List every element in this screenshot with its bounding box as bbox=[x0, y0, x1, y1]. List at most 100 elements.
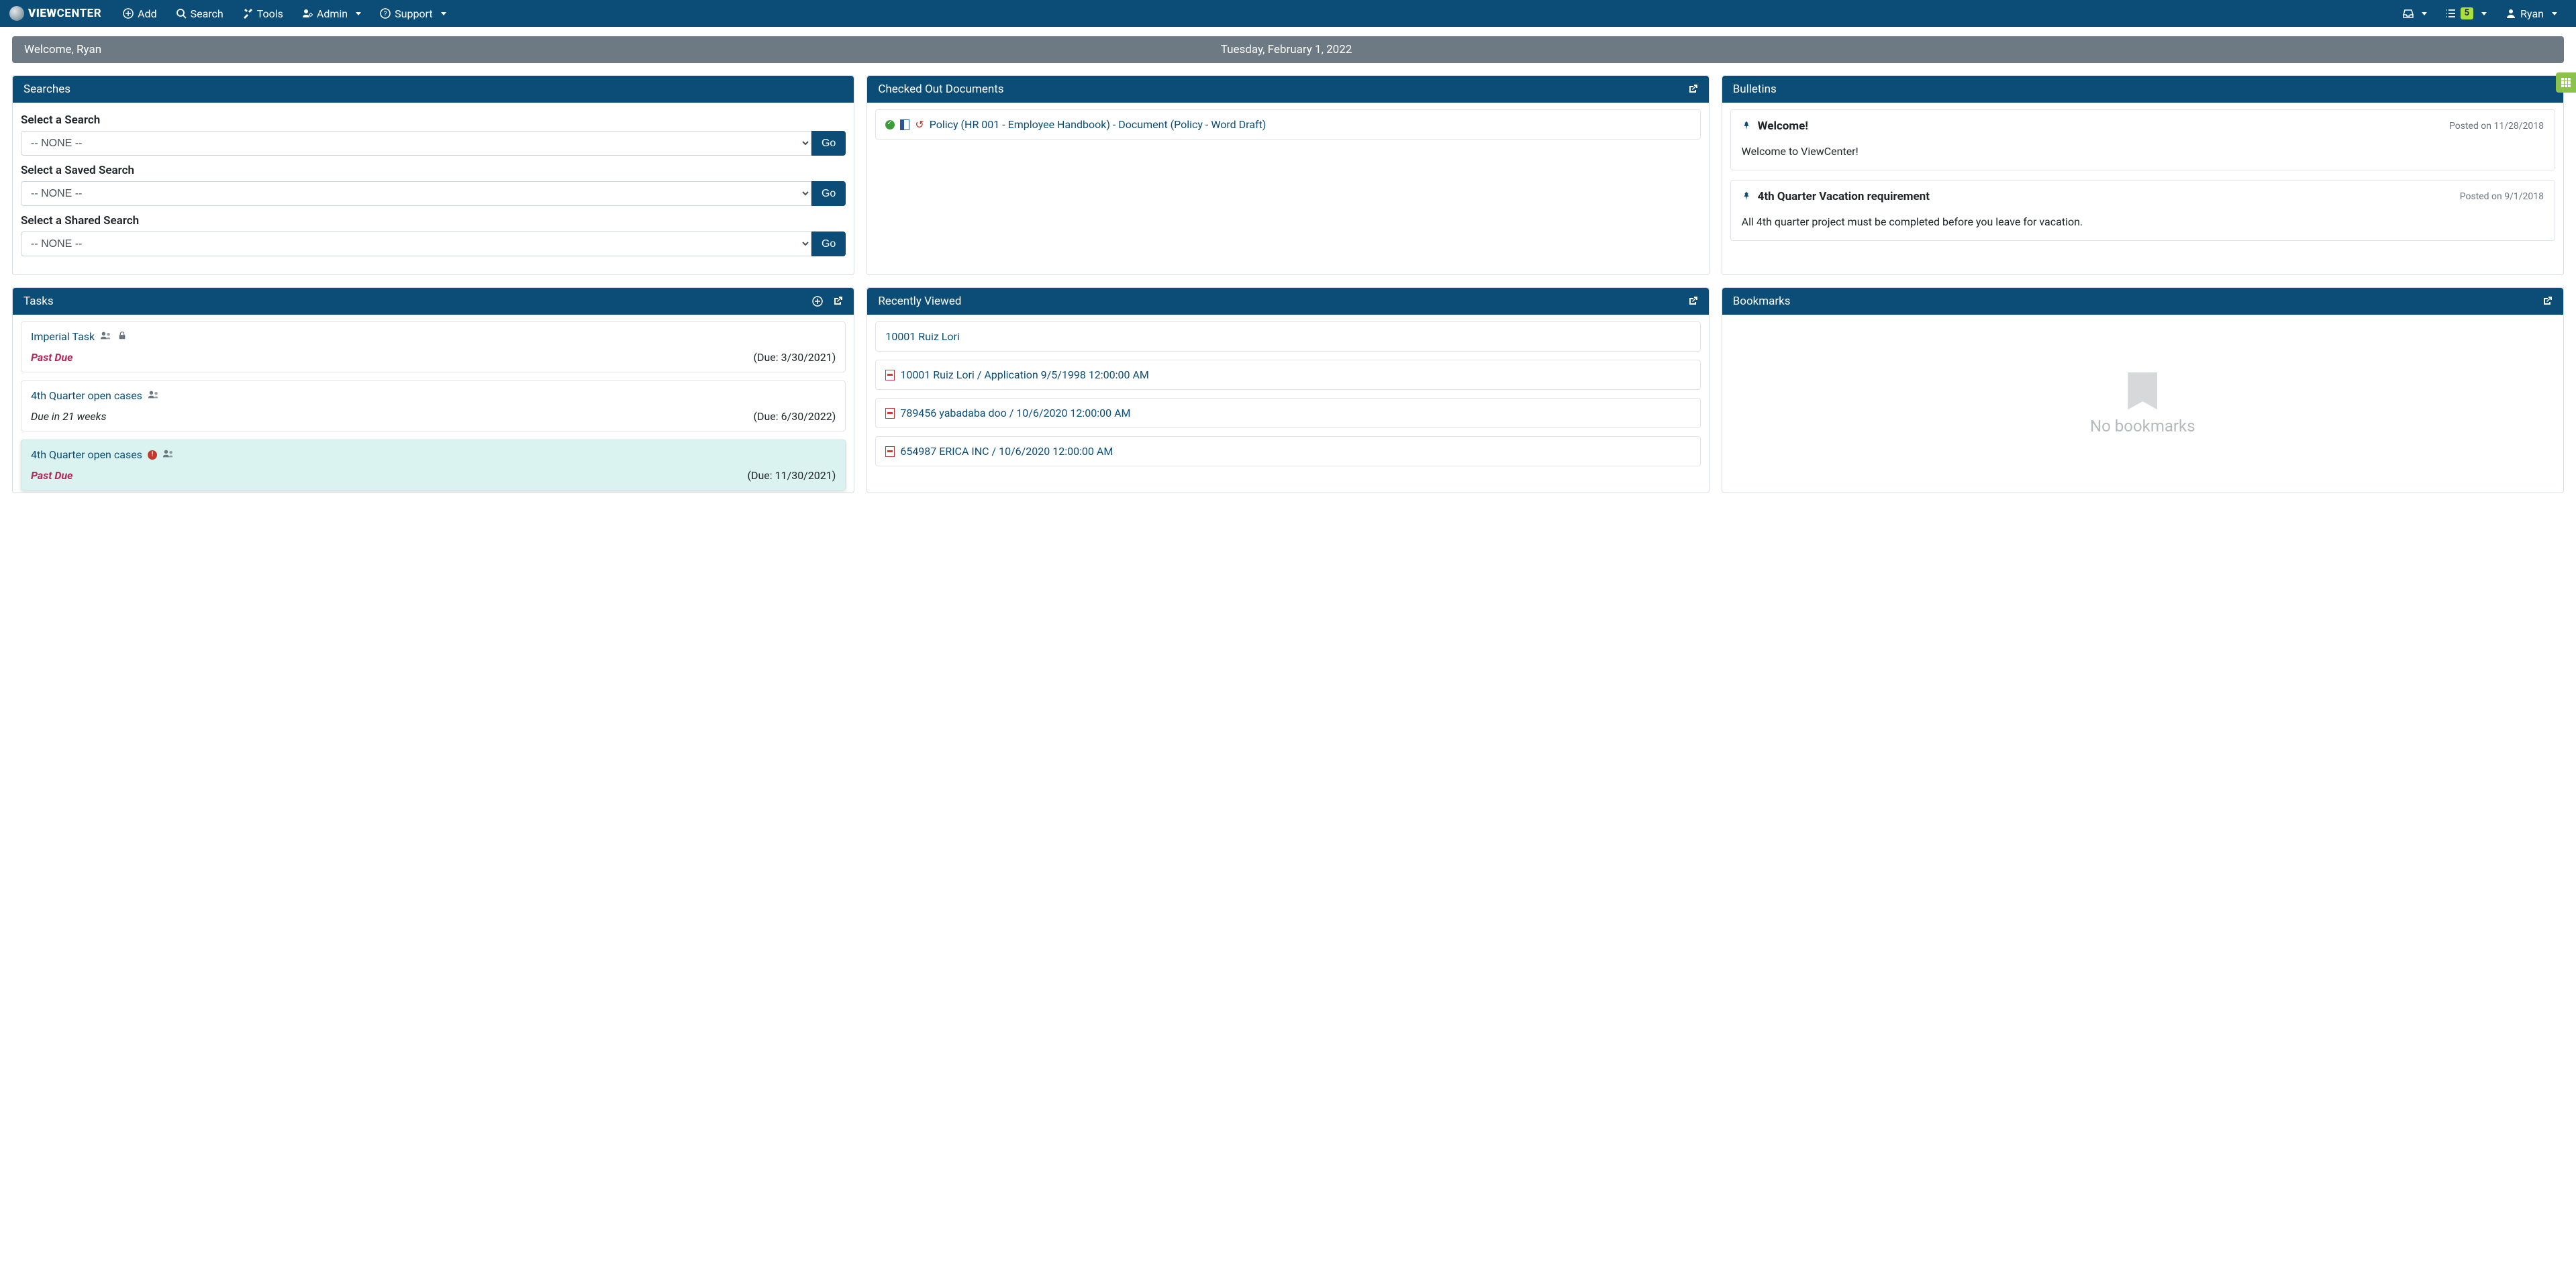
task-item[interactable]: 4th Quarter open cases Due in 21 weeks (… bbox=[21, 380, 846, 431]
checked-out-item: ↺ Policy (HR 001 - Employee Handbook) - … bbox=[875, 109, 1700, 140]
nav-inbox[interactable] bbox=[2393, 0, 2436, 27]
bookmark-icon bbox=[2128, 372, 2157, 410]
nav-search[interactable]: Search bbox=[166, 0, 233, 27]
task-link[interactable]: 4th Quarter open cases bbox=[31, 389, 142, 402]
panel-searches: Searches Select a Search -- NONE -- Go S… bbox=[12, 75, 854, 275]
welcome-date: Tuesday, February 1, 2022 bbox=[101, 43, 2471, 56]
add-task-icon[interactable] bbox=[812, 296, 823, 307]
task-count-badge: 5 bbox=[2461, 7, 2473, 19]
panel-bookmarks: Bookmarks No bookmarks bbox=[1722, 287, 2564, 493]
panel-recently-viewed: Recently Viewed 10001 Ruiz Lori 10001 Rui… bbox=[866, 287, 1709, 493]
select-saved-search-go-button[interactable]: Go bbox=[811, 181, 846, 206]
panel-bulletins: Bulletins Welcome! Posted on 11/28/2018 … bbox=[1722, 75, 2564, 275]
nav-admin[interactable]: Admin bbox=[293, 0, 370, 27]
bulletin-title: 4th Quarter Vacation requirement bbox=[1758, 190, 1930, 203]
select-shared-search-dropdown[interactable]: -- NONE -- bbox=[21, 232, 811, 256]
recent-link[interactable]: 10001 Ruiz Lori / Application 9/5/1998 1… bbox=[900, 368, 1149, 381]
panel-checked-out: Checked Out Documents ↺ Policy (HR 001 -… bbox=[866, 75, 1709, 275]
task-item[interactable]: Imperial Task Past Due (Due: 3/30/2021) bbox=[21, 321, 846, 372]
brand-text-bold: VIEW bbox=[28, 7, 57, 20]
recent-link[interactable]: 789456 yabadaba doo / 10/6/2020 12:00:00… bbox=[900, 407, 1130, 419]
admin-icon bbox=[302, 8, 313, 19]
plus-circle-icon bbox=[123, 8, 134, 19]
check-circle-icon bbox=[885, 120, 895, 130]
grid-icon bbox=[2561, 77, 2571, 88]
recent-item[interactable]: 789456 yabadaba doo / 10/6/2020 12:00:00… bbox=[875, 398, 1700, 428]
pdf-file-icon bbox=[885, 408, 895, 419]
nav-tasks[interactable]: 5 bbox=[2436, 0, 2496, 27]
select-search-label: Select a Search bbox=[21, 113, 846, 127]
recent-item[interactable]: 654987 ERICA INC / 10/6/2020 12:00:00 AM bbox=[875, 436, 1700, 466]
users-icon bbox=[100, 330, 112, 343]
panel-tasks: Tasks Imperial Task Past Due (Due: 3/30/… bbox=[12, 287, 854, 493]
task-status: Past Due bbox=[31, 351, 73, 364]
list-icon bbox=[2446, 8, 2457, 19]
recent-item[interactable]: 10001 Ruiz Lori / Application 9/5/1998 1… bbox=[875, 360, 1700, 390]
popout-icon[interactable] bbox=[832, 296, 843, 307]
bulletin-body: All 4th quarter project must be complete… bbox=[1742, 215, 2544, 228]
recent-link[interactable]: 654987 ERICA INC / 10/6/2020 12:00:00 AM bbox=[900, 445, 1113, 458]
brand-logo[interactable]: VIEWCENTER bbox=[9, 6, 101, 21]
nav-tools[interactable]: Tools bbox=[233, 0, 293, 27]
dashboard-grid: Searches Select a Search -- NONE -- Go S… bbox=[0, 63, 2576, 505]
panel-tasks-header: Tasks bbox=[13, 288, 854, 315]
panel-bookmarks-header: Bookmarks bbox=[1722, 288, 2563, 315]
recent-link[interactable]: 10001 Ruiz Lori bbox=[885, 330, 959, 343]
recent-item[interactable]: 10001 Ruiz Lori bbox=[875, 321, 1700, 352]
select-saved-search-dropdown[interactable]: -- NONE -- bbox=[21, 181, 811, 206]
pdf-file-icon bbox=[885, 446, 895, 457]
user-icon bbox=[2506, 8, 2516, 19]
bulletin-item: Welcome! Posted on 11/28/2018 Welcome to… bbox=[1730, 109, 2555, 170]
select-saved-search-label: Select a Saved Search bbox=[21, 164, 846, 177]
pin-icon bbox=[1742, 120, 1751, 133]
task-link[interactable]: 4th Quarter open cases bbox=[31, 448, 142, 461]
panel-searches-header: Searches bbox=[13, 76, 854, 103]
alert-icon: ! bbox=[148, 450, 157, 460]
select-shared-search-label: Select a Shared Search bbox=[21, 214, 846, 227]
task-due-date: (Due: 6/30/2022) bbox=[753, 410, 836, 423]
select-search-go-button[interactable]: Go bbox=[811, 131, 846, 156]
task-item[interactable]: 4th Quarter open cases ! Past Due (Due: … bbox=[21, 440, 846, 491]
bulletin-title: Welcome! bbox=[1758, 119, 1808, 133]
task-due-date: (Due: 3/30/2021) bbox=[753, 351, 836, 364]
panel-bulletins-header: Bulletins bbox=[1722, 76, 2563, 103]
search-icon bbox=[176, 8, 187, 19]
welcome-greeting: Welcome, Ryan bbox=[24, 43, 101, 56]
task-due-date: (Due: 11/30/2021) bbox=[747, 469, 836, 482]
users-icon bbox=[148, 389, 160, 402]
nav-user-menu[interactable]: Ryan bbox=[2496, 0, 2567, 27]
help-icon: ? bbox=[380, 8, 391, 19]
bulletin-body: Welcome to ViewCenter! bbox=[1742, 145, 2544, 158]
bookmarks-empty-text: No bookmarks bbox=[2090, 417, 2195, 435]
task-link[interactable]: Imperial Task bbox=[31, 330, 95, 343]
select-shared-search-go-button[interactable]: Go bbox=[811, 232, 846, 256]
popout-icon[interactable] bbox=[2542, 296, 2553, 307]
bulletin-date: Posted on 11/28/2018 bbox=[2449, 121, 2544, 132]
welcome-bar: Welcome, Ryan Tuesday, February 1, 2022 bbox=[12, 36, 2564, 63]
checked-out-link[interactable]: Policy (HR 001 - Employee Handbook) - Do… bbox=[930, 118, 1267, 131]
task-status: Past Due bbox=[31, 469, 73, 482]
word-file-icon bbox=[900, 119, 909, 130]
lock-icon bbox=[117, 330, 127, 343]
pin-icon bbox=[1742, 191, 1751, 203]
undo-icon[interactable]: ↺ bbox=[915, 118, 924, 131]
dashboard-widgets-button[interactable] bbox=[2556, 72, 2576, 93]
panel-recently-viewed-header: Recently Viewed bbox=[867, 288, 1708, 315]
task-status: Due in 21 weeks bbox=[31, 410, 107, 423]
brand-text-rest: CENTER bbox=[57, 7, 101, 20]
select-search-dropdown[interactable]: -- NONE -- bbox=[21, 131, 811, 156]
svg-text:?: ? bbox=[384, 11, 387, 18]
globe-icon bbox=[9, 6, 24, 21]
inbox-icon bbox=[2403, 8, 2414, 19]
users-icon bbox=[162, 448, 175, 461]
nav-add[interactable]: Add bbox=[113, 0, 166, 27]
bulletin-item: 4th Quarter Vacation requirement Posted … bbox=[1730, 180, 2555, 241]
tools-icon bbox=[242, 8, 253, 19]
panel-checked-out-header: Checked Out Documents bbox=[867, 76, 1708, 103]
popout-icon[interactable] bbox=[1687, 84, 1698, 95]
pdf-file-icon bbox=[885, 370, 895, 380]
nav-support[interactable]: ? Support bbox=[370, 0, 455, 27]
popout-icon[interactable] bbox=[1687, 296, 1698, 307]
bookmarks-empty-state: No bookmarks bbox=[1730, 321, 2555, 486]
top-navbar: VIEWCENTER Add Search Tools Admin ? Supp… bbox=[0, 0, 2576, 27]
